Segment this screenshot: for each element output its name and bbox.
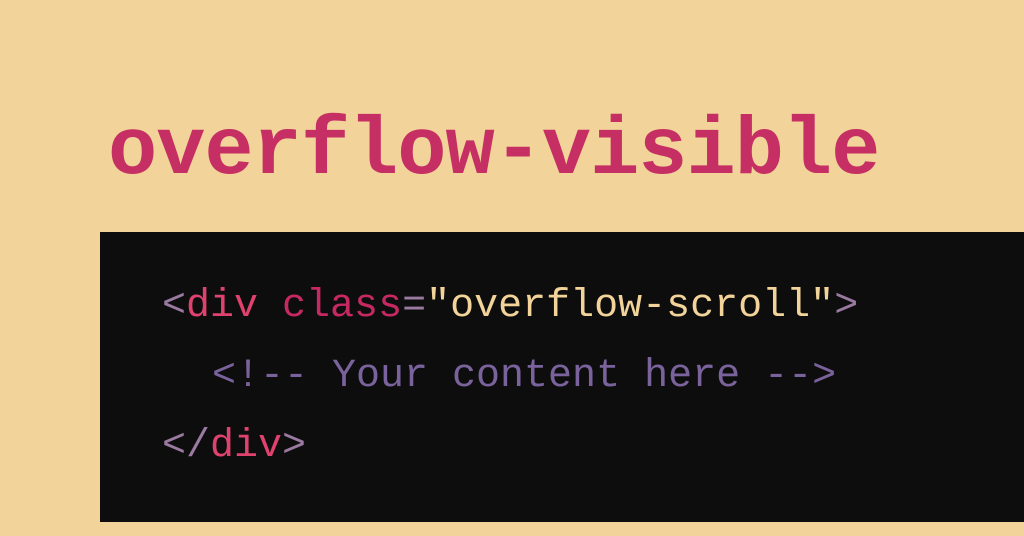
- code-line-3: </div>: [162, 412, 994, 482]
- quote-open: ": [426, 284, 450, 329]
- code-line-1: <div class="overflow-scroll">: [162, 272, 994, 342]
- code-line-2: <!-- Your content here -->: [162, 342, 994, 412]
- close-angle-bracket: >: [282, 424, 306, 469]
- page-title: overflow-visible: [0, 0, 1024, 198]
- open-angle-bracket: <: [162, 284, 186, 329]
- code-block: <div class="overflow-scroll"> <!-- Your …: [100, 232, 1024, 522]
- space: [258, 284, 282, 329]
- equals-sign: =: [402, 284, 426, 329]
- html-comment: <!-- Your content here -->: [212, 354, 836, 399]
- html-attr-name: class: [282, 284, 402, 329]
- html-attr-value: overflow-scroll: [450, 284, 810, 329]
- html-tag-name: div: [186, 284, 258, 329]
- open-angle-bracket: <: [162, 424, 186, 469]
- close-angle-bracket: >: [834, 284, 858, 329]
- html-tag-name: div: [210, 424, 282, 469]
- slash: /: [186, 424, 210, 469]
- quote-close: ": [810, 284, 834, 329]
